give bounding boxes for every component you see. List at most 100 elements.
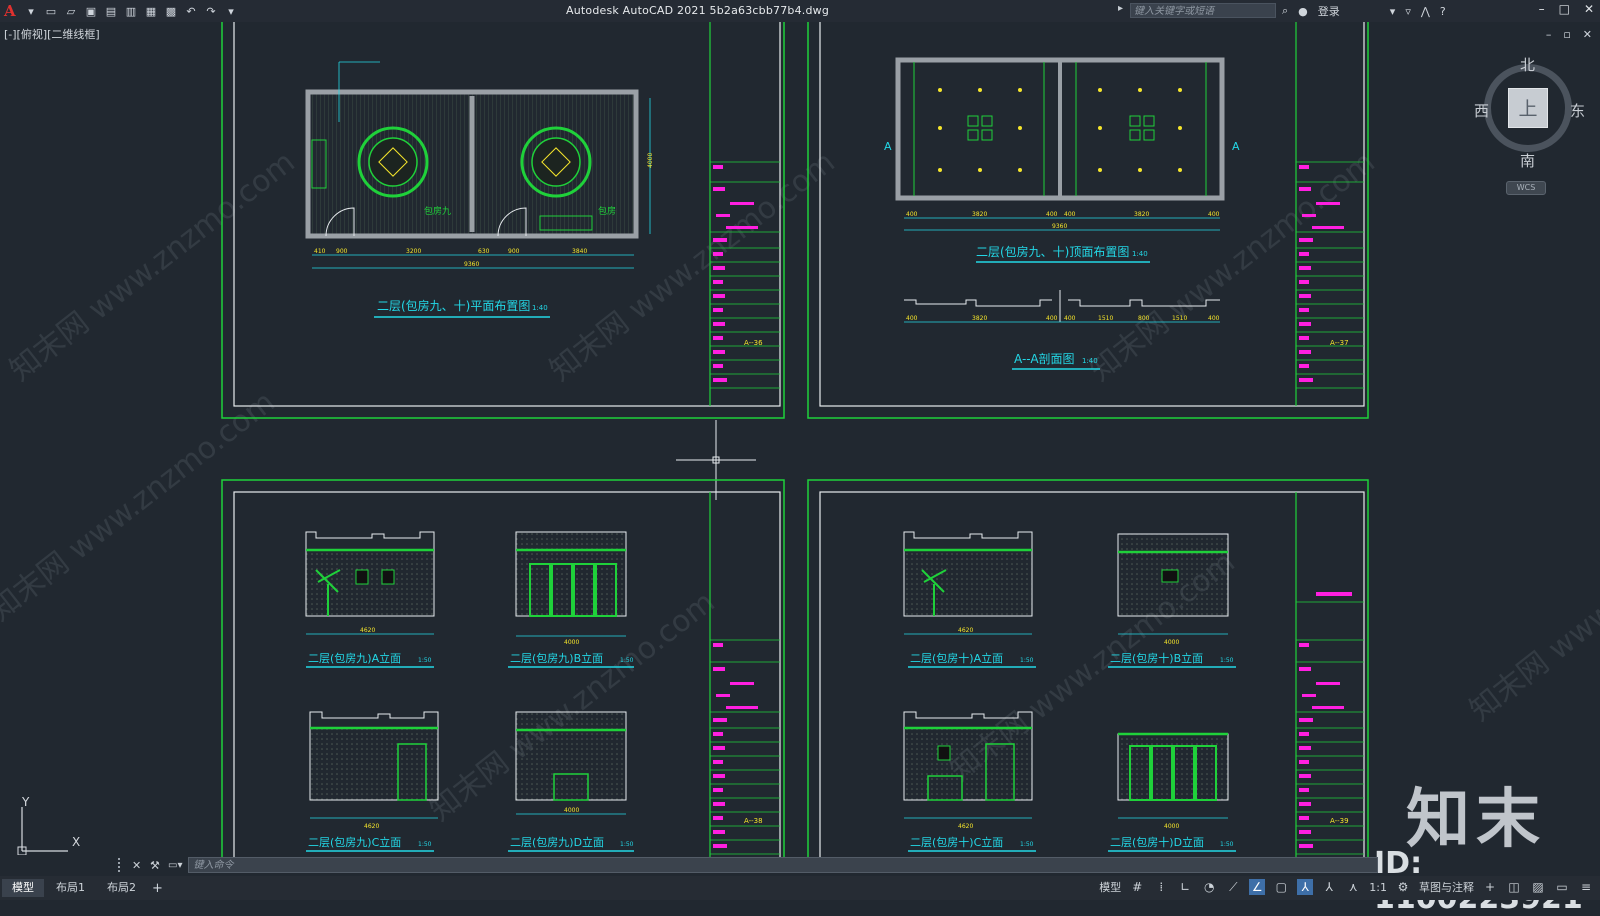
plot-preview-icon[interactable]: ▥ [124,4,138,18]
dimension-text: 4620 [364,823,379,830]
login-button[interactable]: 登录 [1318,3,1340,19]
tab-layout2[interactable]: 布局2 [97,879,146,897]
dimension-text: 400 [1046,315,1058,322]
dimension-text: 4000 [564,807,579,814]
drawing-title: A--A剖面图 [1014,352,1075,366]
snap-icon[interactable]: ⁞ [1153,879,1169,895]
new-icon[interactable]: ▭ [44,4,58,18]
login-dropdown-icon[interactable]: ▾ [1390,5,1396,18]
grid-icon[interactable]: # [1129,879,1145,895]
help-icon[interactable]: ? [1440,5,1446,18]
command-history-icon[interactable]: ▭▾ [168,860,182,871]
isolate-objects-icon[interactable]: ◫ [1506,879,1522,895]
dimension-height: 4000 [647,153,654,168]
search-icon[interactable]: ⌕ [1282,4,1288,18]
auto-scale-icon[interactable]: ⅄ [1321,879,1337,895]
section-mark: A [884,140,892,153]
drawing-title: 二层(包房十)B立面 [1110,651,1203,665]
customization-menu-icon[interactable]: ≡ [1578,879,1594,895]
redo-icon[interactable]: ↷ [204,4,218,18]
save-icon[interactable]: ▣ [84,4,98,18]
drawing-scale: 1:50 [1020,657,1034,664]
dimension-text: 3820 [972,211,987,218]
annotation-scale-value[interactable]: 1:1 [1369,881,1387,894]
drawing-title: 二层(包房十)C立面 [910,835,1003,849]
command-line-grip[interactable] [118,858,126,872]
gear-icon[interactable]: ⚙ [1395,879,1411,895]
a360-icon[interactable]: ⋀ [1421,5,1430,18]
crosshair-cursor [676,420,756,500]
dimension-total: 9360 [464,261,479,268]
dimension-text: 400 [1064,211,1076,218]
dimension-text: 4000 [1164,639,1179,646]
window-title: Autodesk AutoCAD 2021 5b2a63cbb77b4.dwg [566,4,830,17]
close-icon[interactable]: ✕ [1584,2,1594,16]
command-line: ✕ ⚒ ▭▾ 键入命令 [116,856,1600,874]
viewcube-top-face[interactable]: 上 [1508,88,1548,128]
search-expand-icon[interactable]: ▸ [1118,3,1123,14]
ucs-y-label: Y [22,795,30,809]
plus-icon[interactable]: + [1482,879,1498,895]
tab-layout1[interactable]: 布局1 [46,879,95,897]
drawing-scale: 1:50 [1220,841,1234,848]
compass-north[interactable]: 北 [1520,54,1535,75]
sheet-number: A--37 [1330,339,1349,347]
sheet-floor-plan: 包房九 包房 410 900 3200 630 900 3840 9360 40… [221,22,785,419]
drawing-scale: 1:50 [418,841,432,848]
undo-icon[interactable]: ↶ [184,4,198,18]
add-layout-icon[interactable]: + [152,881,163,896]
drawing-title: 二层(包房九)A立面 [308,651,401,665]
watermark-text: 知末网 www.znzmo.com [0,385,282,629]
compass-south[interactable]: 南 [1520,150,1535,171]
saveas-icon[interactable]: ▤ [104,4,118,18]
wrench-icon[interactable]: ⚒ [150,859,162,872]
tab-model[interactable]: 模型 [2,879,44,897]
dimension-total: 9360 [1052,223,1067,230]
user-icon[interactable]: ● [1298,5,1308,18]
autocad-logo-icon[interactable]: A [4,2,18,20]
dimension-text: 3820 [1134,211,1149,218]
drawing-title: 二层(包房九、十)平面布置图 [377,298,530,313]
status-bar: 模型 布局1 布局2 + 模型 # ⁞ ∟ ◔ ⟋ ∠ ▢ ⅄ ⅄ ⋏ 1:1 … [0,876,1600,900]
cart-icon[interactable]: ▿ [1405,5,1411,18]
annotation-scale-icon[interactable]: ⋏ [1345,879,1361,895]
sheet-number: A--39 [1330,817,1349,825]
app-menu-chevron-icon[interactable]: ▾ [24,4,38,18]
maximize-icon[interactable]: □ [1559,2,1570,16]
viewcube[interactable]: 上 北 南 西 东 WCS [1474,56,1592,206]
dimension-text: 400 [906,315,918,322]
dimension-text: 1510 [1172,315,1187,322]
object-snap-tracking-icon[interactable]: ∠ [1249,879,1266,895]
isodraft-icon[interactable]: ⟋ [1225,879,1241,895]
dimension-text: 4620 [958,823,973,830]
wcs-menu[interactable]: WCS [1506,181,1546,195]
model-space-button[interactable]: 模型 [1099,879,1121,895]
publish-icon[interactable]: ▦ [144,4,158,18]
dimension-text: 4000 [564,639,579,646]
clean-screen-icon[interactable]: ▭ [1554,879,1570,895]
compass-west[interactable]: 西 [1474,100,1489,121]
drawing-title: 二层(包房十)A立面 [910,651,1003,665]
workspace-switch[interactable]: 草图与注释 [1419,879,1474,895]
minimize-icon[interactable]: – [1539,2,1545,16]
dimension-text: 800 [1138,315,1150,322]
sheet-number: A--38 [744,817,763,825]
polar-icon[interactable]: ◔ [1201,879,1217,895]
command-close-icon[interactable]: ✕ [132,859,144,872]
hardware-acceleration-icon[interactable]: ▨ [1530,879,1546,895]
drawing-scale: 1:50 [1020,841,1034,848]
ortho-icon[interactable]: ∟ [1177,879,1193,895]
customize-icon[interactable]: ▾ [224,4,238,18]
print-icon[interactable]: ▩ [164,4,178,18]
compass-east[interactable]: 东 [1570,100,1585,121]
annotation-visibility-icon[interactable]: ⅄ [1297,879,1314,895]
dimension-text: 3840 [572,248,587,255]
dimension-text: 400 [906,211,918,218]
search-input[interactable]: 键入关键字或短语 [1130,3,1276,18]
open-icon[interactable]: ▱ [64,4,78,18]
drawing-canvas[interactable]: 知末网 www.znzmo.com 知末网 www.znzmo.com 知末网 … [0,22,1600,862]
sheet-elevations-room9: 4620 二层(包房九)A立面 1:50 4000 二层(包房九)B立面 1:5… [221,479,785,862]
object-snap-icon[interactable]: ▢ [1273,879,1289,895]
drawing-title: 二层(包房九)D立面 [510,835,604,849]
command-input[interactable]: 键入命令 [188,857,1379,873]
